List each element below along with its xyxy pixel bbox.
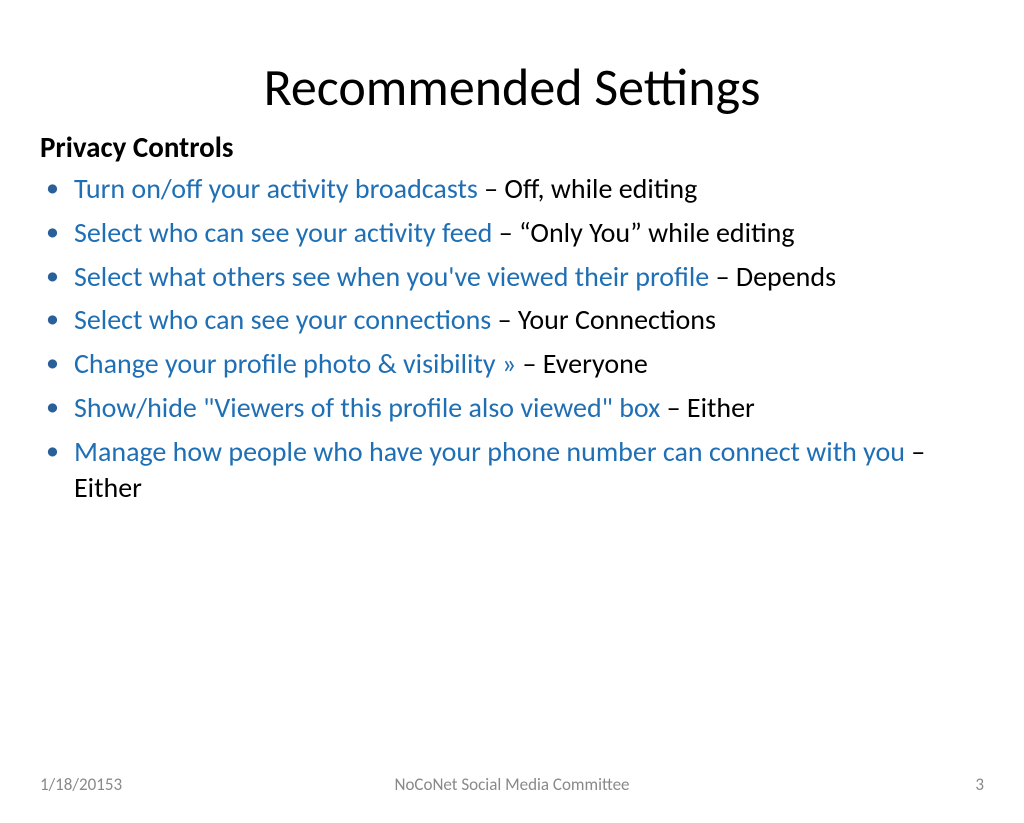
setting-link[interactable]: Turn on/off your activity broadcasts [74,171,478,206]
slide-footer: 1/18/20153 NoCoNet Social Media Committe… [0,774,1024,795]
setting-link[interactable]: Select who can see your connections [74,302,491,337]
list-item: Select what others see when you've viewe… [40,259,994,295]
separator: – [478,171,505,206]
setting-link[interactable]: Show/hide "Viewers of this profile also … [74,390,660,425]
separator: – [709,259,736,294]
separator: – [516,346,543,381]
list-item: Show/hide "Viewers of this profile also … [40,390,994,426]
list-item: Change your profile photo & visibility »… [40,346,994,382]
section-subtitle: Privacy Controls [40,129,1024,165]
recommendation: Either [687,390,755,425]
recommendation: Either [74,470,142,505]
footer-page-number: 3 [975,774,984,795]
setting-link[interactable]: Manage how people who have your phone nu… [74,434,905,469]
setting-link[interactable]: Select what others see when you've viewe… [74,259,709,294]
recommendation: Everyone [543,346,648,381]
recommendation: Your Connections [518,302,716,337]
separator: – [492,215,519,250]
footer-center: NoCoNet Social Media Committee [394,774,629,795]
slide-title: Recommended Settings [0,55,1024,119]
setting-link[interactable]: Select who can see your activity feed [74,215,492,250]
recommendation: Off, while editing [504,171,697,206]
separator: – [660,390,687,425]
footer-date: 1/18/20153 [40,774,122,795]
list-item: Select who can see your connections – Yo… [40,302,994,338]
list-item: Manage how people who have your phone nu… [40,434,994,506]
separator: – [491,302,518,337]
list-item: Turn on/off your activity broadcasts – O… [40,171,994,207]
recommendation: “Only You” while editing [519,215,795,250]
recommendation: Depends [736,259,836,294]
list-item: Select who can see your activity feed – … [40,215,994,251]
bullet-list: Turn on/off your activity broadcasts – O… [40,171,994,506]
setting-link[interactable]: Change your profile photo & visibility » [74,346,516,381]
separator: – [905,434,925,469]
